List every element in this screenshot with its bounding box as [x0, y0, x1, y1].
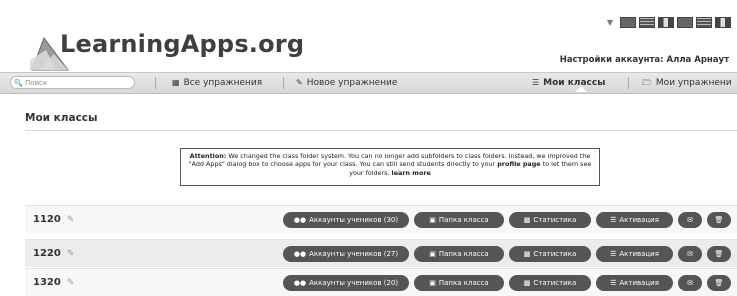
nav-my-exercises[interactable]: 🗁 Мои упражнени [642, 73, 732, 93]
nav-divider [283, 77, 284, 89]
flag-icon[interactable] [620, 17, 636, 28]
button-label: Статистика [533, 279, 577, 287]
chart-icon: ▩ [523, 250, 531, 258]
learn-more-link[interactable]: learn more [392, 169, 431, 177]
activation-button[interactable]: ☰ Активация [596, 246, 673, 262]
profile-page-link[interactable]: profile page [497, 160, 540, 168]
class-folder-button[interactable]: ▣ Папка класса [414, 212, 504, 228]
pencil-icon[interactable]: ✎ [67, 278, 75, 288]
activation-button[interactable]: ☰ Активация [596, 275, 673, 291]
mail-icon: ✉ [687, 279, 693, 287]
folder-icon: ▣ [429, 250, 436, 258]
folder-icon: 🗁 [642, 78, 652, 87]
mail-button[interactable]: ✉ [678, 275, 702, 291]
delete-button[interactable]: 🗑 [707, 275, 731, 291]
button-label: Активация [619, 216, 659, 224]
notice-strong: Attention: [189, 152, 227, 160]
button-label: Аккаунты учеников (20) [309, 279, 399, 287]
attention-notice: Attention: We changed the class folder s… [180, 148, 600, 186]
button-label: Папка класса [438, 216, 489, 224]
trash-icon: 🗑 [714, 279, 724, 287]
nav-bar: 🔍 Поиск ▦ Все упражнения ✎ Новое упражнени… [0, 72, 737, 94]
student-accounts-button[interactable]: ●● Аккаунты учеников (27) [283, 246, 409, 262]
pencil-icon[interactable]: ✎ [67, 215, 75, 225]
flag-icon[interactable] [715, 17, 731, 28]
pencil-icon: ✎ [296, 78, 303, 87]
nav-new-exercise[interactable]: ✎ Новое упражнение [296, 73, 397, 93]
class-name[interactable]: 1320 ✎ [33, 277, 74, 288]
nav-label: Новое упражнение [306, 78, 398, 88]
active-tab-caret [575, 86, 587, 92]
nav-label: Мои упражнени [655, 78, 732, 88]
button-label: Папка класса [438, 250, 489, 258]
flag-icon[interactable] [677, 17, 693, 28]
statistics-button[interactable]: ▩ Статистика [509, 275, 591, 291]
chart-icon: ▩ [523, 279, 531, 287]
student-accounts-button[interactable]: ●● Аккаунты учеников (20) [283, 275, 409, 291]
flag-icon[interactable] [639, 17, 655, 28]
list-icon: ☰ [610, 250, 617, 258]
language-selector[interactable]: ▼ [607, 17, 731, 28]
button-label: Активация [619, 250, 659, 258]
class-name[interactable]: 1220 ✎ [33, 248, 74, 259]
class-name-label: 1220 [33, 248, 61, 259]
delete-button[interactable]: 🗑 [707, 246, 731, 262]
class-folder-button[interactable]: ▣ Папка класса [414, 275, 504, 291]
button-label: Статистика [533, 250, 577, 258]
nav-divider [628, 77, 629, 89]
nav-divider [155, 77, 156, 89]
flag-icon[interactable] [658, 17, 674, 28]
trash-icon: 🗑 [714, 216, 724, 224]
folder-icon: ▣ [429, 279, 436, 287]
page-title: Мои классы [25, 112, 98, 124]
list-icon: ☰ [610, 216, 617, 224]
page: LearningApps.org ▼ Настройки аккаунта: А… [0, 0, 737, 296]
chart-icon: ▩ [523, 216, 531, 224]
list-icon: ☰ [610, 279, 617, 287]
grid-icon: ▦ [172, 78, 180, 87]
class-name-label: 1120 [33, 214, 61, 225]
users-icon: ●● [293, 216, 307, 224]
nav-my-classes[interactable]: ☰ Мои классы [532, 73, 605, 93]
class-row: 1220 ✎ ●● Аккаунты учеников (27) ▣ Папка кл… [25, 239, 737, 267]
chevron-down-icon[interactable]: ▼ [607, 18, 613, 27]
flag-icon[interactable] [696, 17, 712, 28]
mail-icon: ✉ [687, 216, 693, 224]
nav-all-exercises[interactable]: ▦ Все упражнения [172, 73, 262, 93]
search-input[interactable]: 🔍 Поиск [10, 76, 135, 89]
list-icon: ☰ [532, 78, 540, 87]
class-row: 1320 ✎ ●● Аккаунты учеников (20) ▣ Папка кл… [25, 268, 737, 296]
activation-button[interactable]: ☰ Активация [596, 212, 673, 228]
delete-button[interactable]: 🗑 [707, 212, 731, 228]
button-label: Папка класса [438, 279, 489, 287]
pencil-icon[interactable]: ✎ [67, 249, 75, 259]
button-label: Активация [619, 279, 659, 287]
class-name-label: 1320 [33, 277, 61, 288]
statistics-button[interactable]: ▩ Статистика [509, 212, 591, 228]
button-label: Аккаунты учеников (30) [309, 216, 399, 224]
statistics-button[interactable]: ▩ Статистика [509, 246, 591, 262]
folder-icon: ▣ [429, 216, 436, 224]
class-folder-button[interactable]: ▣ Папка класса [414, 246, 504, 262]
search-placeholder: Поиск [24, 79, 48, 87]
student-accounts-button[interactable]: ●● Аккаунты учеников (30) [283, 212, 409, 228]
users-icon: ●● [293, 279, 307, 287]
users-icon: ●● [293, 250, 307, 258]
mail-icon: ✉ [687, 250, 693, 258]
button-label: Статистика [533, 216, 577, 224]
divider [25, 130, 737, 131]
mail-button[interactable]: ✉ [678, 212, 702, 228]
trash-icon: 🗑 [714, 250, 724, 258]
nav-label: Все упражнения [183, 78, 263, 88]
class-row: 1120 ✎ ●● Аккаунты учеников (30) ▣ Папка кл… [25, 205, 737, 233]
search-icon: 🔍 [14, 79, 23, 87]
class-name[interactable]: 1120 ✎ [33, 214, 74, 225]
account-settings-link[interactable]: Настройки аккаунта: Алла Арнаут [560, 55, 729, 65]
button-label: Аккаунты учеников (27) [309, 250, 399, 258]
mail-button[interactable]: ✉ [678, 246, 702, 262]
logo-text[interactable]: LearningApps.org [60, 30, 304, 58]
